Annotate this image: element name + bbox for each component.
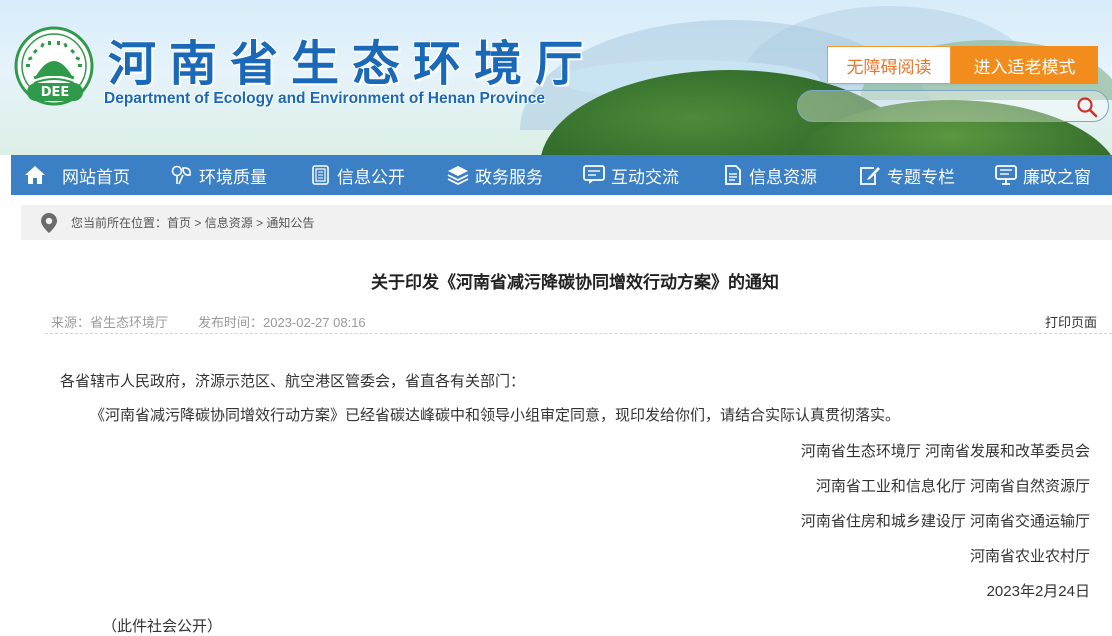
breadcrumb-home[interactable]: 首页 <box>167 214 191 231</box>
article-paragraph: 《河南省减污降碳协同增效行动方案》已经省碳达峰碳中和领导小组审定同意，现印发给你… <box>90 407 901 424</box>
article-meta: 来源：省生态环境厅 发布时间：2023-02-27 08:16 <box>51 312 366 331</box>
signatory-line: 河南省生态环境厅 河南省发展和改革委员会 <box>800 443 1090 460</box>
chat-icon <box>583 165 605 184</box>
breadcrumb-prefix: 您当前所在位置： <box>71 216 168 230</box>
nav-item-environment-quality[interactable]: 环境质量 <box>171 155 267 195</box>
search-box <box>797 90 1109 122</box>
location-pin-icon <box>41 212 57 233</box>
monitor-icon <box>995 165 1017 185</box>
breadcrumb-separator: > <box>252 215 267 230</box>
nav-item-special-topics[interactable]: 专题专栏 <box>859 155 955 195</box>
article-note: （此件社会公开） <box>102 618 223 635</box>
search-icon[interactable] <box>1076 96 1098 118</box>
nav-label: 专题专栏 <box>887 167 955 187</box>
article-salutation: 各省辖市人民政府，济源示范区、航空港区管委会，省直各有关部门： <box>60 373 526 390</box>
article-date: 2023年2月24日 <box>986 583 1090 600</box>
article-publish-time: 发布时间：2023-02-27 08:16 <box>198 315 366 330</box>
nav-item-home[interactable]: 网站首页 <box>24 155 130 195</box>
nav-label: 互动交流 <box>611 167 679 187</box>
eco-icon <box>171 165 191 185</box>
layers-icon <box>447 166 469 185</box>
site-subtitle: Department of Ecology and Environment of… <box>104 90 545 107</box>
nav-item-info-disclosure[interactable]: 信息公开 <box>311 155 405 195</box>
nav-item-government-services[interactable]: 政务服务 <box>447 155 543 195</box>
home-icon <box>25 166 45 184</box>
nav-item-info-resources[interactable]: 信息资源 <box>723 155 817 195</box>
logo-text: DEE <box>27 83 83 101</box>
article-title: 关于印发《河南省减污降碳协同增效行动方案》的通知 <box>371 273 779 292</box>
elder-mode-button[interactable]: 进入适老模式 <box>951 46 1098 84</box>
nav-label: 政务服务 <box>475 167 543 187</box>
nav-label: 信息资源 <box>749 167 817 187</box>
signatory-line: 河南省工业和信息化厅 河南省自然资源厅 <box>815 478 1090 495</box>
article-source: 来源：省生态环境厅 <box>51 315 169 330</box>
print-page-link[interactable]: 打印页面 <box>1045 312 1097 331</box>
breadcrumb-info-resources[interactable]: 信息资源 <box>205 214 253 231</box>
meta-divider <box>45 333 1112 334</box>
main-nav: 网站首页 环境质量 信息公开 政务服务 互动交流 信息资源 专题专栏 廉政之窗 <box>11 155 1112 195</box>
nav-item-integrity-window[interactable]: 廉政之窗 <box>995 155 1091 195</box>
signatory-line: 河南省住房和城乡建设厅 河南省交通运输厅 <box>800 513 1090 530</box>
file-icon <box>725 165 741 185</box>
document-icon <box>312 165 329 185</box>
nav-label: 环境质量 <box>199 167 267 187</box>
nav-label: 信息公开 <box>337 167 405 187</box>
nav-label: 网站首页 <box>62 167 130 187</box>
edit-icon <box>860 167 880 185</box>
site-title: 河南省生态环境厅 <box>108 36 597 92</box>
breadcrumb-separator: > <box>191 215 205 230</box>
breadcrumb: 您当前所在位置： 首页 > 信息资源 > 通知公告 <box>21 205 1112 240</box>
accessible-reading-button[interactable]: 无障碍阅读 <box>827 46 951 84</box>
signatory-line: 河南省农业农村厅 <box>969 548 1090 565</box>
nav-item-interaction[interactable]: 互动交流 <box>583 155 679 195</box>
breadcrumb-notices[interactable]: 通知公告 <box>266 214 314 231</box>
search-input[interactable] <box>810 95 1070 117</box>
nav-label: 廉政之窗 <box>1023 167 1091 187</box>
